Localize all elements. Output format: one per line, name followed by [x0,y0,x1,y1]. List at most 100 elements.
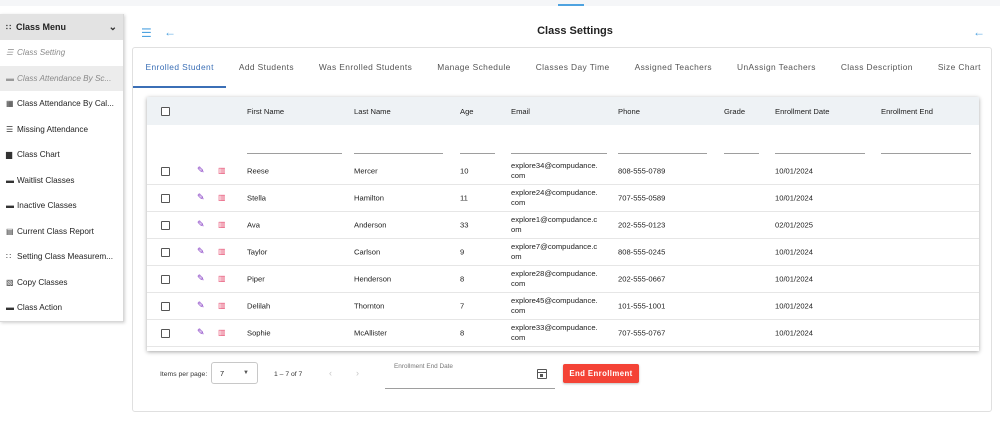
tab-was-enrolled-students[interactable]: Was Enrolled Students [306,48,424,88]
previous-page-icon[interactable]: ‹ [329,368,332,378]
back-arrow-icon-right[interactable]: ← [973,25,985,39]
cell-age: 11 [460,193,468,203]
sidebar-item-copy-classes[interactable]: ▧ Copy Classes [0,270,123,296]
chevron-down-icon[interactable]: ⌄ [109,22,117,33]
filter-enrollment-end[interactable] [881,153,971,154]
cell-phone: 101-555-1001 [618,301,666,311]
end-enrollment-button[interactable]: End Enrollment [563,364,639,383]
cell-email: explore24@compudance. com [511,188,607,208]
edit-pencil-icon[interactable]: ✎ [197,300,205,311]
select-all-checkbox[interactable] [161,107,170,116]
column-header-enrollment-date[interactable]: Enrollment Date [775,107,829,116]
delete-trash-icon[interactable]: ▥ [218,193,226,202]
cell-phone: 202-555-0667 [618,274,666,284]
column-header-first-name[interactable]: First Name [247,107,284,116]
cell-phone: 707-555-0589 [618,193,666,203]
cell-age: 7 [460,301,465,311]
grid-icon: ∷ [6,252,12,262]
row-checkbox[interactable] [161,248,170,257]
menu-icon[interactable]: ☰ [141,26,152,40]
tab-size-chart[interactable]: Size Chart [925,48,993,88]
cell-first-name: Ava [247,220,260,230]
column-header-grade[interactable]: Grade [724,107,745,116]
tab-class-description[interactable]: Class Description [828,48,925,88]
page-title: Class Settings [537,25,613,37]
edit-pencil-icon[interactable]: ✎ [197,165,205,176]
cell-email-line2: com [511,198,526,207]
filter-first-name[interactable] [247,153,342,154]
row-checkbox[interactable] [161,194,170,203]
delete-trash-icon[interactable]: ▥ [218,274,226,283]
filter-enrollment-date[interactable] [775,153,865,154]
next-page-icon[interactable]: › [356,368,359,378]
cell-email-line2: com [511,333,526,342]
column-header-last-name[interactable]: Last Name [354,107,391,116]
column-header-phone[interactable]: Phone [618,107,640,116]
copy-icon: ▧ [6,277,14,287]
sidebar-header[interactable]: ∷ Class Menu ⌄ [0,14,123,40]
edit-pencil-icon[interactable]: ✎ [197,327,205,338]
enrolled-students-table: First Name Last Name Age Email Phone Gra… [147,97,979,351]
tab-assigned-teachers[interactable]: Assigned Teachers [622,48,724,88]
delete-trash-icon[interactable]: ▥ [218,166,226,175]
row-checkbox[interactable] [161,302,170,311]
cell-enrollment-date: 10/01/2024 [775,247,814,257]
sidebar-item-class-setting[interactable]: ☰ Class Setting [0,40,123,66]
sidebar-header-label: Class Menu [16,22,67,32]
caret-down-icon: ▼ [243,370,249,376]
row-checkbox[interactable] [161,275,170,284]
delete-trash-icon[interactable]: ▥ [218,301,226,310]
cell-email-line1: explore24@compudance. [511,188,598,197]
tab-classes-day-time[interactable]: Classes Day Time [523,48,622,88]
sidebar-item-class-attendance-by-sc[interactable]: ▬ Class Attendance By Sc... [0,65,123,91]
cell-email-line2: com [511,279,526,288]
row-checkbox[interactable] [161,167,170,176]
calendar-icon[interactable] [537,369,547,379]
row-checkbox[interactable] [161,221,170,230]
edit-pencil-icon[interactable]: ✎ [197,246,205,257]
sidebar-item-class-attendance-by-cal[interactable]: ▦ Class Attendance By Cal... [0,91,123,117]
sidebar-item-class-chart[interactable]: ▆ Class Chart [0,142,123,168]
tab-add-students[interactable]: Add Students [226,48,306,88]
filter-email[interactable] [511,153,607,154]
sidebar-item-class-action[interactable]: ▬ Class Action [0,295,123,321]
cell-last-name: Mercer [354,166,378,176]
row-checkbox[interactable] [161,329,170,338]
column-header-email[interactable]: Email [511,107,530,116]
items-per-page-value: 7 [220,369,225,378]
filter-age[interactable] [460,153,495,154]
tab-manage-schedule[interactable]: Manage Schedule [425,48,524,88]
enrollment-end-date-label: Enrollment End Date [394,363,453,370]
cell-first-name: Taylor [247,247,268,257]
sidebar-item-inactive-classes[interactable]: ▬ Inactive Classes [0,193,123,219]
back-arrow-icon[interactable]: ← [164,25,176,39]
enrollment-end-date-field[interactable]: Enrollment End Date [385,360,555,389]
sidebar-item-waitlist-classes[interactable]: ▬ Waitlist Classes [0,168,123,194]
column-header-age[interactable]: Age [460,107,474,116]
edit-pencil-icon[interactable]: ✎ [197,219,205,230]
sidebar-item-missing-attendance[interactable]: ☰ Missing Attendance [0,117,123,143]
filter-last-name[interactable] [354,153,443,154]
sidebar-item-label: Missing Attendance [17,124,89,134]
sidebar-item-label: Waitlist Classes [17,175,75,185]
sidebar-item-label: Class Chart [17,150,60,160]
cell-first-name: Delilah [247,301,271,311]
cell-enrollment-date: 10/01/2024 [775,328,814,338]
cell-first-name: Sophie [247,328,271,338]
column-header-enrollment-end[interactable]: Enrollment End [881,107,933,116]
filter-grade[interactable] [724,153,759,154]
filter-phone[interactable] [618,153,707,154]
delete-trash-icon[interactable]: ▥ [218,328,226,337]
tab-unassign-teachers[interactable]: UnAssign Teachers [725,48,829,88]
edit-pencil-icon[interactable]: ✎ [197,273,205,284]
sidebar-item-current-class-report[interactable]: ▤ Current Class Report [0,219,123,245]
cell-last-name: Hamilton [354,193,384,203]
edit-pencil-icon[interactable]: ✎ [197,192,205,203]
items-per-page-select[interactable]: 7 ▼ [211,362,258,384]
tab-enrolled-student[interactable]: Enrolled Student [133,48,227,88]
cell-age: 33 [460,220,469,230]
sidebar-item-setting-class-measurem[interactable]: ∷ Setting Class Measurem... [0,244,123,270]
delete-trash-icon[interactable]: ▥ [218,247,226,256]
table-row: ✎ ▥ Piper Henderson 8 202-555-0667 10/01/2024 e… [147,266,979,293]
delete-trash-icon[interactable]: ▥ [218,220,226,229]
